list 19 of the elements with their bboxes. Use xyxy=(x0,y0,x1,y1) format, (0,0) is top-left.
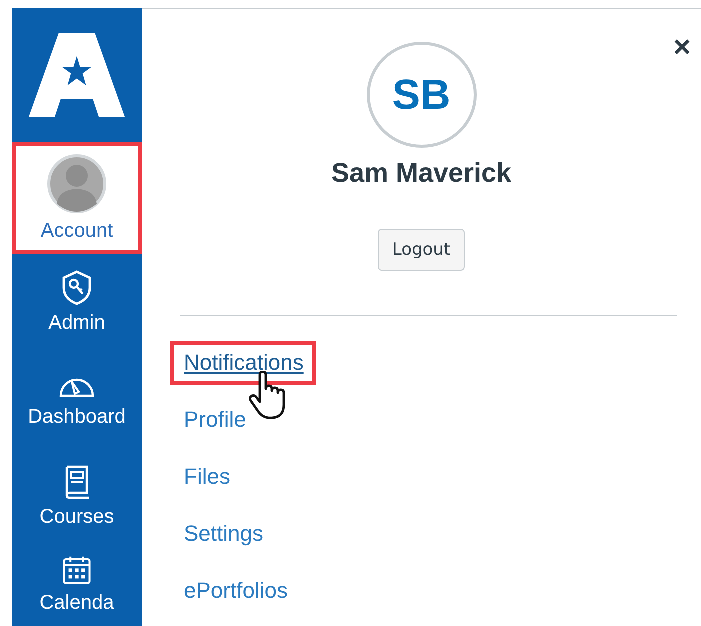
nav-item[interactable]: Account xyxy=(12,142,142,254)
nav-item[interactable]: Admin xyxy=(12,254,142,351)
menu-link[interactable]: Settings xyxy=(170,512,276,556)
nav-item[interactable]: Dashboard xyxy=(12,351,142,448)
menu-link[interactable]: Files xyxy=(170,455,242,500)
hand-cursor-icon xyxy=(248,371,288,421)
shield-key-icon xyxy=(62,270,92,306)
menu-link[interactable]: Profile xyxy=(170,398,258,442)
calendar-icon xyxy=(60,555,94,586)
logo-icon[interactable] xyxy=(29,33,125,117)
logout-button[interactable]: Logout xyxy=(378,229,465,271)
close-button[interactable]: × xyxy=(673,33,691,63)
user-name: Sam Maverick xyxy=(331,158,512,189)
avatar-icon xyxy=(47,154,107,214)
menu-link[interactable]: Notifications xyxy=(170,341,316,386)
nav-item[interactable]: Calenda xyxy=(12,545,142,615)
nav-item[interactable]: Courses xyxy=(12,448,142,545)
user-avatar: SB xyxy=(366,42,476,148)
menu-link[interactable]: ePortfolios xyxy=(170,569,300,614)
